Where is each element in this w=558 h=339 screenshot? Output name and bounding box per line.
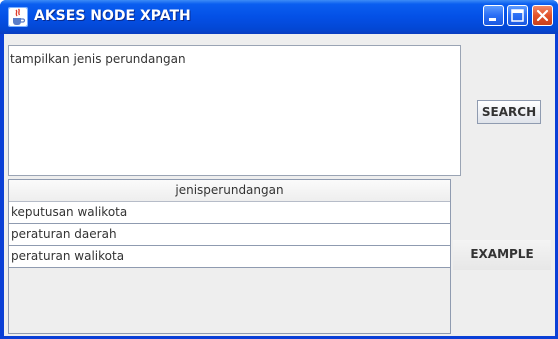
- close-button[interactable]: [532, 5, 553, 26]
- query-textarea[interactable]: tampilkan jenis perundangan: [8, 45, 461, 176]
- example-button[interactable]: EXAMPLE: [453, 240, 551, 270]
- table-row[interactable]: keputusan walikota: [9, 202, 450, 224]
- minimize-button[interactable]: [483, 5, 504, 26]
- minimize-icon: [489, 18, 496, 21]
- table-row[interactable]: peraturan walikota: [9, 246, 450, 268]
- title-bar[interactable]: AKSES NODE XPATH: [0, 0, 558, 34]
- results-table: jenisperundangan keputusan walikota pera…: [8, 179, 451, 334]
- maximize-button[interactable]: [507, 5, 528, 26]
- content-panel: tampilkan jenis perundangan SEARCH jenis…: [4, 34, 555, 336]
- window-title: AKSES NODE XPATH: [34, 8, 191, 24]
- java-cup-icon: [8, 7, 28, 27]
- column-header-jenisperundangan[interactable]: jenisperundangan: [9, 180, 450, 202]
- table-row[interactable]: peraturan daerah: [9, 224, 450, 246]
- search-button[interactable]: SEARCH: [477, 100, 541, 124]
- close-icon: [536, 9, 549, 22]
- app-window: AKSES NODE XPATH tampilkan jenis perunda…: [0, 0, 558, 339]
- maximize-icon: [511, 9, 524, 22]
